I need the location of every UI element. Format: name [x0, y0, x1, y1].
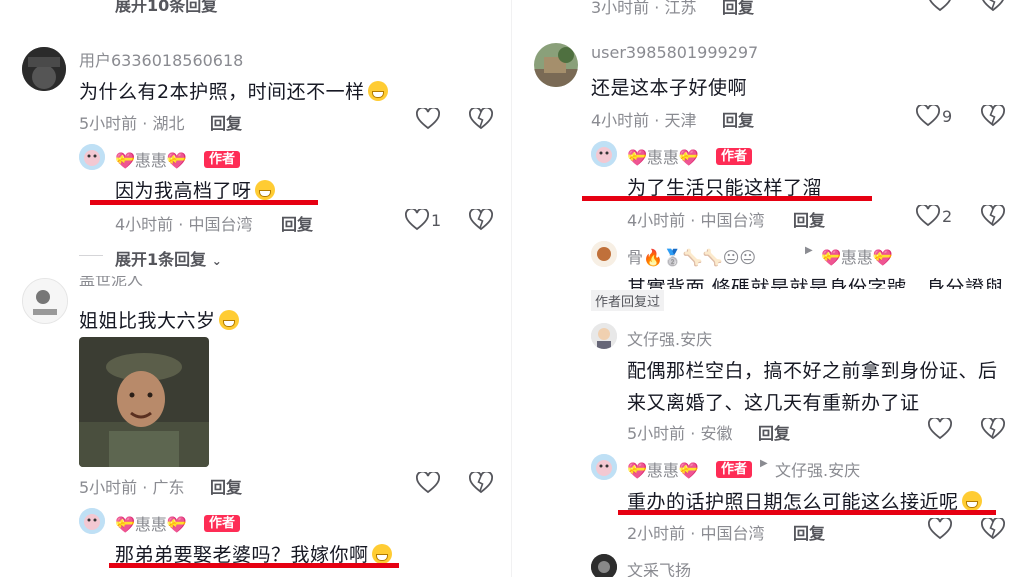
dislike-broken-heart-icon[interactable] — [981, 205, 1005, 227]
comment-text-content: 姐姐比我大六岁 — [79, 310, 216, 332]
comment-username[interactable]: 盖世泥人 — [79, 276, 143, 286]
author-badge: 作者 — [204, 148, 241, 168]
like-count: 1 — [431, 211, 442, 230]
author-badge-label: 作者 — [716, 148, 753, 165]
reply-meta: 2小时前 · 中国台湾 — [627, 524, 765, 543]
author-badge-label: 作者 — [204, 151, 241, 168]
comment-text-line1: 配偶那栏空白，搞不好之前拿到身份证、后 — [627, 360, 998, 382]
right-comment-panel: 3小时前 · 江苏 回复 user3985801999297 还是这本子好使啊 … — [512, 0, 1024, 577]
red-underline — [90, 200, 318, 205]
dislike-broken-heart-icon[interactable] — [981, 0, 1005, 12]
smirk-emoji-icon — [961, 491, 982, 511]
author-badge: 作者 — [204, 512, 241, 532]
avatar[interactable] — [591, 241, 617, 267]
author-badge: 作者 — [716, 458, 753, 478]
reply-username[interactable]: 骨🔥🥈🦴🦴😐😐 — [627, 244, 756, 268]
expand-replies-label: 展开10条回复 — [115, 0, 218, 15]
comment-username-label: 盖世泥人 — [79, 276, 144, 286]
like-count: 9 — [942, 107, 953, 126]
author-replied-tag: 作者回复过 — [591, 290, 665, 311]
like-heart-icon[interactable] — [916, 105, 940, 127]
reply-meta: 4小时前 · 中国台湾 — [627, 211, 765, 230]
expand-replies-button[interactable]: 展开1条回复 ⌄ — [115, 246, 222, 270]
like-heart-icon[interactable] — [916, 205, 940, 227]
author-badge: 作者 — [716, 145, 753, 165]
chevron-down-icon: ⌄ — [211, 254, 222, 268]
reply-username[interactable]: 💝惠惠💝 — [627, 457, 699, 481]
comment-text: 姐姐比我大六岁 — [79, 306, 239, 333]
author-avatar[interactable] — [79, 144, 105, 170]
author-avatar[interactable] — [591, 141, 617, 167]
comment-text-content: 为什么有2本护照，时间还不一样 — [79, 81, 365, 103]
grin-sweat-emoji-icon — [218, 310, 239, 330]
reply-button[interactable]: 回复 — [210, 110, 242, 134]
author-avatar[interactable] — [591, 454, 617, 480]
author-badge-label: 作者 — [716, 461, 753, 478]
expand-divider — [79, 255, 103, 256]
reply-to-username[interactable]: 💝惠惠💝 — [821, 244, 893, 268]
reply-arrow-icon: ▶ — [805, 245, 813, 256]
expand-replies-label: 展开1条回复 — [115, 250, 207, 269]
avatar[interactable] — [591, 323, 617, 349]
reply-button[interactable]: 回复 — [722, 0, 754, 18]
smile-emoji-icon — [371, 544, 392, 564]
reply-button[interactable]: 回复 — [210, 474, 242, 498]
reply-meta: 4小时前 · 中国台湾 — [115, 215, 253, 234]
reply-button[interactable]: 回复 — [793, 520, 825, 544]
author-badge-label: 作者 — [204, 515, 241, 532]
dislike-broken-heart-icon[interactable] — [469, 472, 493, 494]
reply-text-content: 因为我高档了呀 — [115, 180, 252, 202]
comment-text-line2: 来又离婚了、这几天有重新办了证 — [627, 392, 920, 414]
dislike-broken-heart-icon[interactable] — [981, 105, 1005, 127]
red-underline — [109, 563, 399, 568]
red-underline — [582, 196, 872, 201]
comment-meta: 3小时前 · 江苏 — [591, 0, 697, 17]
reply-username[interactable]: 💝惠惠💝 — [627, 144, 699, 168]
comment-text: 为什么有2本护照，时间还不一样 — [79, 77, 388, 104]
avatar[interactable] — [22, 47, 66, 91]
like-count: 2 — [942, 207, 953, 226]
dislike-broken-heart-icon[interactable] — [981, 418, 1005, 440]
dislike-broken-heart-icon[interactable] — [981, 518, 1005, 540]
reply-text-content: 其實背面 條碼就是就是身份字號，身分證與 — [627, 277, 1005, 289]
comment-meta: 5小时前 · 广东 — [79, 478, 185, 497]
comment-username[interactable]: user3985801999297 — [591, 43, 758, 62]
reply-to-username[interactable]: 文仔强.安庆 — [775, 457, 860, 481]
dislike-broken-heart-icon[interactable] — [469, 209, 493, 231]
reply-text: 其實背面 條碼就是就是身份字號，身分證與 — [627, 273, 1007, 289]
reply-username[interactable]: 💝惠惠💝 — [115, 147, 187, 171]
reply-button[interactable]: 回复 — [722, 107, 754, 131]
avatar[interactable] — [534, 43, 578, 87]
comment-image[interactable] — [79, 337, 209, 467]
comment-meta: 5小时前 · 安徽 — [627, 424, 733, 443]
comment-username[interactable]: 文仔强.安庆 — [627, 326, 712, 350]
avatar[interactable] — [22, 278, 68, 324]
comment-meta: 4小时前 · 天津 — [591, 111, 697, 130]
avatar[interactable] — [591, 554, 617, 577]
like-heart-icon[interactable] — [928, 418, 952, 440]
grin-emoji-icon — [254, 180, 275, 200]
reply-text: 因为我高档了呀 — [115, 176, 275, 203]
dislike-broken-heart-icon[interactable] — [469, 108, 493, 130]
grin-sweat-emoji-icon — [367, 81, 388, 101]
author-avatar[interactable] — [79, 508, 105, 534]
expand-replies-top[interactable]: 展开10条回复 — [115, 0, 217, 16]
comment-meta: 5小时前 · 湖北 — [79, 114, 185, 133]
comment-text: 还是这本子好使啊 — [591, 77, 748, 99]
red-underline — [618, 510, 996, 515]
like-heart-icon[interactable] — [416, 108, 440, 130]
reply-button[interactable]: 回复 — [793, 207, 825, 231]
left-comment-panel: 展开10条回复 用户6336018560618 为什么有2本护照，时间还不一样 … — [0, 0, 512, 577]
reply-button[interactable]: 回复 — [758, 420, 790, 444]
comment-username[interactable]: 文采飞扬 — [627, 557, 691, 577]
comment-username[interactable]: 用户6336018560618 — [79, 47, 243, 71]
like-heart-icon[interactable] — [928, 518, 952, 540]
like-heart-icon[interactable] — [405, 209, 429, 231]
reply-username[interactable]: 💝惠惠💝 — [115, 511, 187, 535]
like-heart-icon[interactable] — [928, 0, 952, 12]
reply-arrow-icon: ▶ — [760, 458, 768, 469]
reply-button[interactable]: 回复 — [281, 211, 313, 235]
like-heart-icon[interactable] — [416, 472, 440, 494]
